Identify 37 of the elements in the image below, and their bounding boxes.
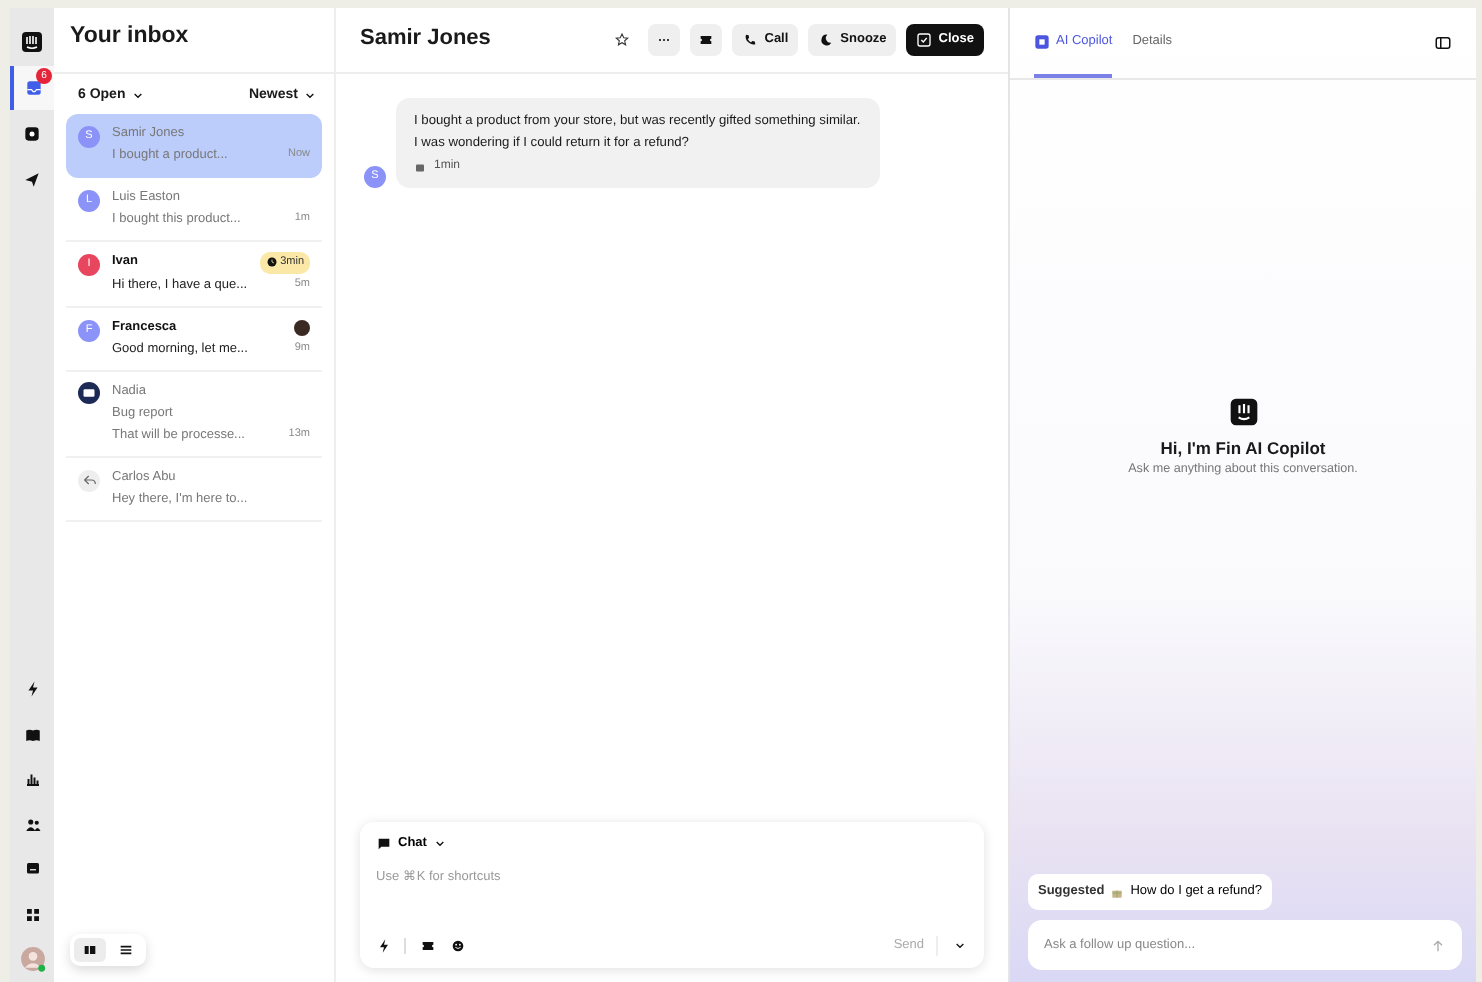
gift-icon <box>1110 885 1125 900</box>
ticket-avatar <box>78 381 100 403</box>
ticket-button[interactable] <box>420 938 436 955</box>
fin-logo-icon <box>1227 395 1259 428</box>
emoji-icon <box>450 938 466 955</box>
list-icon <box>118 942 134 958</box>
calendar-icon <box>414 161 426 173</box>
ticket-icon <box>698 32 715 48</box>
ticket-button[interactable] <box>690 24 723 56</box>
panel-icon <box>1434 34 1452 52</box>
people-icon <box>23 815 41 833</box>
lightning-icon <box>23 680 41 698</box>
message-icon <box>23 860 41 878</box>
paper-plane-icon <box>22 170 42 190</box>
user-avatar <box>19 946 45 972</box>
clock-icon <box>266 256 279 268</box>
app-logo-icon <box>20 30 44 54</box>
star-icon <box>614 32 631 48</box>
emoji-button[interactable] <box>450 938 466 955</box>
arrow-up-icon <box>1430 937 1446 953</box>
inbox-title: Your inbox <box>54 8 334 74</box>
copilot-heading: Hi, I'm Fin AI Copilot <box>1160 437 1326 458</box>
columns-icon <box>82 942 98 958</box>
bar-chart-icon <box>23 770 41 788</box>
view-toggle[interactable] <box>74 938 106 962</box>
moon-icon <box>818 32 835 48</box>
book-icon <box>23 725 41 743</box>
grid-icon <box>23 905 41 923</box>
check-square-icon <box>916 32 933 48</box>
phone-icon <box>742 32 759 48</box>
macro-button[interactable] <box>376 938 406 955</box>
lightning-icon <box>376 938 392 955</box>
ticket-icon <box>420 938 436 955</box>
chat-icon <box>376 835 392 852</box>
inbox-icon <box>24 78 44 98</box>
conversation-title: Samir Jones <box>360 26 493 54</box>
copilot-icon <box>1034 33 1050 49</box>
